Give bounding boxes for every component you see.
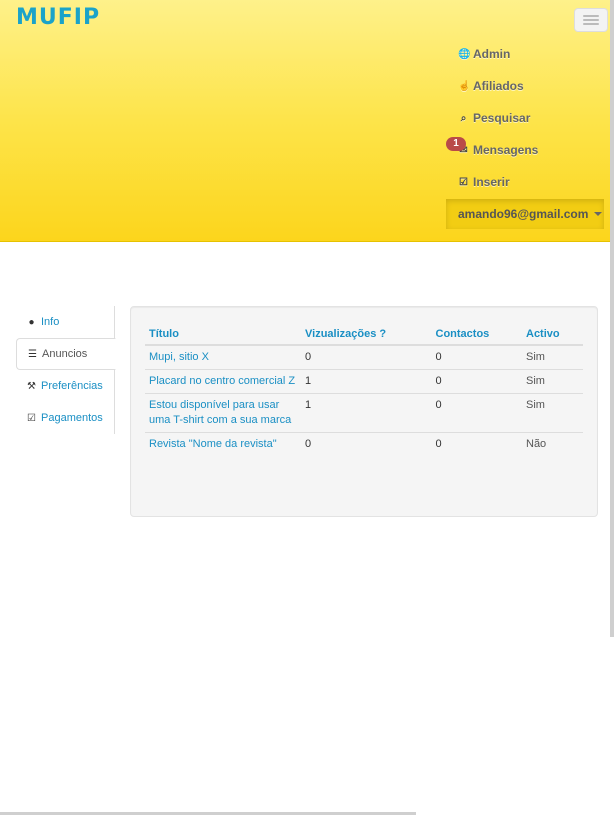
check-square-icon: ☑ [27, 412, 36, 424]
vertical-scrollbar[interactable] [610, 0, 614, 637]
column-header-contacts[interactable]: Contactos [431, 323, 522, 346]
table-header-row: Título Vizualizações ? Contactos Activo [145, 323, 583, 346]
column-header-views[interactable]: Vizualizações ? [301, 323, 432, 346]
search-icon: ⌕ [460, 112, 467, 124]
column-header-title[interactable]: Título [145, 323, 301, 346]
ad-views: 1 [301, 393, 432, 433]
ads-table: Título Vizualizações ? Contactos Activo … [145, 323, 583, 456]
top-navbar: MUFIP 🌐 Admin ☝ Afiliados ⌕ Pesquisar ✉ … [0, 0, 614, 242]
ad-contacts: 0 [431, 393, 522, 433]
list-icon: ☰ [28, 348, 37, 360]
ad-views: 1 [301, 369, 432, 394]
table-row: Revista "Nome da revista" 0 0 Não [145, 432, 583, 456]
user-email: amando96@gmail.com [458, 207, 589, 221]
wrench-icon: ⚒ [27, 380, 36, 392]
table-row: Placard no centro comercial Z 1 0 Sim [145, 369, 583, 394]
sidebar-item-anuncios[interactable]: ☰ Anuncios [16, 338, 116, 370]
hamburger-icon-bar [583, 19, 599, 21]
sidebar-item-preferencias[interactable]: ⚒ Preferências [16, 370, 114, 402]
user-icon: ● [28, 316, 35, 328]
brand-logo[interactable]: MUFIP [16, 5, 100, 30]
ad-views: 0 [301, 344, 432, 370]
hamburger-icon-bar [583, 15, 599, 17]
ad-contacts: 0 [431, 344, 522, 370]
ad-active-status: Sim [522, 393, 583, 433]
ad-title-link[interactable]: Estou disponível para usar uma T-shirt c… [145, 393, 301, 433]
nav-item-inserir[interactable]: ☑ Inserir [458, 175, 510, 189]
ad-active-status: Sim [522, 344, 583, 370]
nav-item-admin[interactable]: 🌐 Admin [458, 47, 510, 61]
sidebar-item-label: Preferências [41, 380, 103, 392]
nav-item-label: Pesquisar [473, 111, 531, 125]
caret-down-icon [594, 212, 603, 216]
ad-title-link[interactable]: Mupi, sitio X [145, 344, 301, 370]
sidebar-item-pagamentos[interactable]: ☑ Pagamentos [16, 402, 114, 434]
globe-icon: 🌐 [458, 48, 471, 60]
ad-title-link[interactable]: Revista "Nome da revista" [145, 432, 301, 456]
thumbs-up-icon: ☝ [458, 80, 471, 92]
menu-toggle-button[interactable] [574, 8, 608, 32]
messages-count-badge: 1 [446, 137, 466, 151]
nav-item-label: Admin [473, 47, 511, 61]
sidebar-item-label: Info [41, 316, 60, 328]
nav-item-pesquisar[interactable]: ⌕ Pesquisar [458, 111, 531, 125]
ad-contacts: 0 [431, 432, 522, 456]
nav-item-label: Mensagens [473, 143, 539, 157]
ads-panel: Título Vizualizações ? Contactos Activo … [130, 306, 598, 517]
column-header-active[interactable]: Activo [522, 323, 583, 346]
nav-item-label: Afiliados [473, 79, 524, 93]
table-row: Mupi, sitio X 0 0 Sim [145, 344, 583, 370]
nav-item-label: Inserir [473, 175, 510, 189]
ad-contacts: 0 [431, 369, 522, 394]
sidebar-item-label: Anuncios [42, 348, 88, 360]
table-row: Estou disponível para usar uma T-shirt c… [145, 393, 583, 433]
sidebar-item-info[interactable]: ● Info [16, 306, 114, 338]
edit-icon: ☑ [459, 176, 468, 188]
sidebar-divider [114, 306, 115, 434]
nav-item-mensagens[interactable]: ✉ Mensagens [458, 143, 538, 157]
ad-active-status: Sim [522, 369, 583, 394]
hamburger-icon-bar [583, 23, 599, 25]
ad-active-status: Não [522, 432, 583, 456]
nav-item-afiliados[interactable]: ☝ Afiliados [458, 79, 524, 93]
ad-views: 0 [301, 432, 432, 456]
user-dropdown[interactable]: amando96@gmail.com [446, 199, 604, 229]
ad-title-link[interactable]: Placard no centro comercial Z [145, 369, 301, 394]
sidebar-item-label: Pagamentos [41, 412, 103, 424]
